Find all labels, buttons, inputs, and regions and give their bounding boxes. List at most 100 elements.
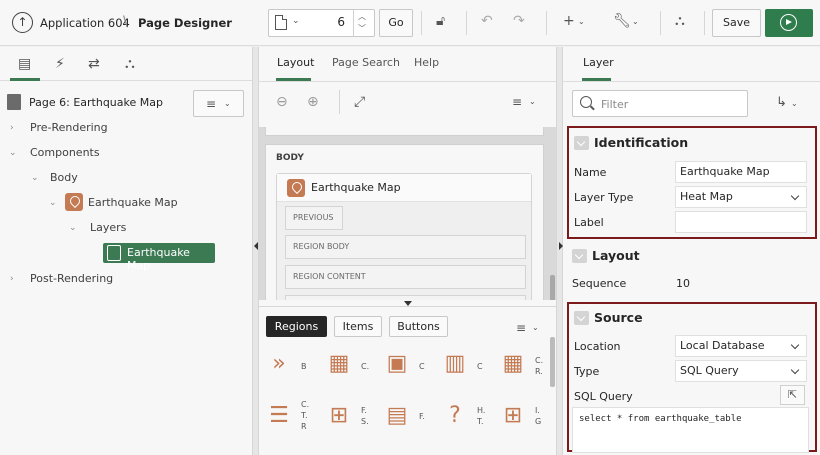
tab-help[interactable]: Help xyxy=(414,56,439,69)
chevron-down-icon[interactable]: ⌄ xyxy=(578,17,585,26)
classic-report-icon[interactable]: ▦ xyxy=(499,351,527,377)
label-field[interactable] xyxy=(675,211,807,233)
interactive-grid-icon[interactable]: ⊞ xyxy=(499,403,527,429)
location-select[interactable]: Local Database xyxy=(675,335,807,357)
gallery-item-label: I. G xyxy=(535,406,542,426)
breadcrumb-separator: \ xyxy=(123,14,128,30)
gallery-item-label: F. S. xyxy=(361,406,369,426)
type-select[interactable]: SQL Query xyxy=(675,360,807,382)
chevron-down-icon[interactable]: ⌄ xyxy=(632,17,639,26)
tree-node-components[interactable]: Components xyxy=(30,146,100,159)
tree-node-pre-rendering[interactable]: Pre-Rendering xyxy=(30,121,108,134)
processing-tab-icon[interactable]: ⇄ xyxy=(88,56,100,72)
lock-icon[interactable]: 🔓︎ xyxy=(436,13,445,29)
chevron-down-icon[interactable]: ⌄ xyxy=(49,198,57,208)
tree-node-layer-selected[interactable]: Earthquake Map xyxy=(103,243,215,272)
faceted-search-icon[interactable]: ⊞ xyxy=(325,403,353,429)
dynamic-actions-tab-icon[interactable]: ⚡︎ xyxy=(55,56,65,72)
name-field[interactable]: Earthquake Map xyxy=(675,161,807,183)
form-icon[interactable]: ▤ xyxy=(383,403,411,429)
app-up-icon[interactable]: ↑ xyxy=(12,12,33,33)
go-button[interactable]: Go xyxy=(379,9,413,37)
gallery-item-label: F. xyxy=(419,412,425,421)
page-number-input[interactable]: 6 xyxy=(305,15,345,29)
chevron-down-icon[interactable]: ⌄ xyxy=(529,97,536,106)
right-splitter[interactable] xyxy=(556,47,563,455)
breadcrumb-icon[interactable]: » xyxy=(265,351,293,377)
hamburger-icon[interactable]: ≡ xyxy=(516,321,526,335)
content-row-icon[interactable]: ☰ xyxy=(265,403,293,429)
chevron-down-icon: ⌄ xyxy=(224,99,231,108)
page-icon xyxy=(275,15,287,30)
go-to-group-icon[interactable]: ↳ xyxy=(776,95,787,110)
property-filter[interactable] xyxy=(572,90,748,117)
tab-page-search[interactable]: Page Search xyxy=(332,56,400,69)
tab-layout[interactable]: Layout xyxy=(277,56,314,69)
chevron-right-icon[interactable]: › xyxy=(10,274,14,284)
tree-node-body[interactable]: Body xyxy=(50,171,78,184)
sequence-field[interactable]: 10 xyxy=(676,277,690,290)
expand-icon[interactable]: ⤢ xyxy=(354,94,365,110)
tree-node-post-rendering[interactable]: Post-Rendering xyxy=(30,272,113,285)
layer-type-select[interactable]: Heat Map xyxy=(675,186,807,208)
run-button[interactable] xyxy=(765,9,813,37)
property-editor-pane: Layer ↳ ⌄ Identification Name Earthquake… xyxy=(563,47,820,455)
shared-components-icon[interactable]: ⛬ xyxy=(675,13,685,29)
undo-icon[interactable]: ↶ xyxy=(481,13,493,29)
application-breadcrumb[interactable]: Application 604 xyxy=(40,16,130,30)
zoom-in-icon[interactable]: ⊕ xyxy=(307,94,319,110)
sql-query-editor[interactable]: select * from earthquake_table xyxy=(572,407,809,453)
layout-canvas[interactable]: BODY Earthquake Map PREVIOUS REGION BODY… xyxy=(259,127,556,300)
zoom-out-icon[interactable]: ⊖ xyxy=(276,94,288,110)
filter-input[interactable] xyxy=(601,95,741,113)
tree-node-region[interactable]: Earthquake Map xyxy=(88,196,178,209)
gallery-tab-buttons[interactable]: Buttons xyxy=(389,316,448,337)
tree-menu-button[interactable]: ≡ ⌄ xyxy=(193,90,244,117)
utilities-wrench-icon[interactable]: 🔧︎ xyxy=(613,13,631,29)
chevron-down-icon[interactable]: ⌄ xyxy=(69,223,77,233)
active-tab-indicator xyxy=(10,78,40,81)
toolbar-divider xyxy=(466,11,467,35)
chevron-down-icon[interactable]: ⌄ xyxy=(292,16,300,26)
stepper-up-icon[interactable]: ︿ xyxy=(358,11,366,22)
chevron-down-icon[interactable]: ⌄ xyxy=(791,99,798,108)
page-node-title[interactable]: Page 6: Earthquake Map xyxy=(29,96,163,109)
save-button[interactable]: Save xyxy=(712,9,761,37)
tree-node-layers[interactable]: Layers xyxy=(90,221,126,234)
gallery-tab-items[interactable]: Items xyxy=(334,316,382,337)
slot-region-body[interactable]: REGION BODY xyxy=(285,235,526,259)
chevron-down-icon[interactable]: ⌄ xyxy=(31,173,39,183)
gallery-tab-regions[interactable]: Regions xyxy=(266,316,327,337)
code-editor-expand-icon[interactable]: ⇱ xyxy=(780,385,805,405)
region-header[interactable]: Earthquake Map xyxy=(277,174,531,202)
slot-next[interactable] xyxy=(285,295,526,300)
canvas-scrollbar[interactable] xyxy=(550,275,555,300)
chart-icon[interactable]: ▥ xyxy=(441,351,469,377)
page-selector[interactable]: ⌄ 6 ︿ ﹀ xyxy=(268,9,375,37)
collapse-icon[interactable] xyxy=(574,136,589,150)
page-designer-title: Page Designer xyxy=(138,16,232,30)
slot-region-content[interactable]: REGION CONTENT xyxy=(285,265,526,289)
redo-icon[interactable]: ↷ xyxy=(513,13,525,29)
stepper-down-icon[interactable]: ﹀ xyxy=(358,23,366,34)
calendar-icon[interactable]: ▦ xyxy=(325,351,353,377)
card-icon[interactable]: ▣ xyxy=(383,351,411,377)
collapse-icon[interactable] xyxy=(574,311,589,325)
left-splitter[interactable] xyxy=(252,47,259,455)
chevron-right-icon[interactable]: › xyxy=(10,123,14,133)
collapse-icon[interactable] xyxy=(572,249,587,263)
create-icon[interactable]: + xyxy=(563,13,575,29)
collapse-left-icon[interactable] xyxy=(254,242,258,250)
slot-previous[interactable]: PREVIOUS xyxy=(285,206,343,230)
map-region-card[interactable]: Earthquake Map PREVIOUS REGION BODY REGI… xyxy=(276,173,532,300)
rendering-tab-icon[interactable]: ▤ xyxy=(18,56,31,72)
body-slot[interactable]: BODY Earthquake Map PREVIOUS REGION BODY… xyxy=(265,144,544,300)
help-text-icon[interactable]: ? xyxy=(441,403,469,429)
shared-components-tab-icon[interactable]: ⛬ xyxy=(125,56,135,72)
chevron-down-icon[interactable]: ⌄ xyxy=(9,148,17,158)
gallery-scrollbar[interactable] xyxy=(550,337,555,387)
chevron-down-icon[interactable]: ⌄ xyxy=(532,323,539,332)
component-gallery: Regions Items Buttons ≡ ⌄ » B ▦ C. ▣ C ▥… xyxy=(259,306,556,455)
hamburger-icon[interactable]: ≡ xyxy=(512,95,522,109)
tab-layer[interactable]: Layer xyxy=(583,56,614,69)
